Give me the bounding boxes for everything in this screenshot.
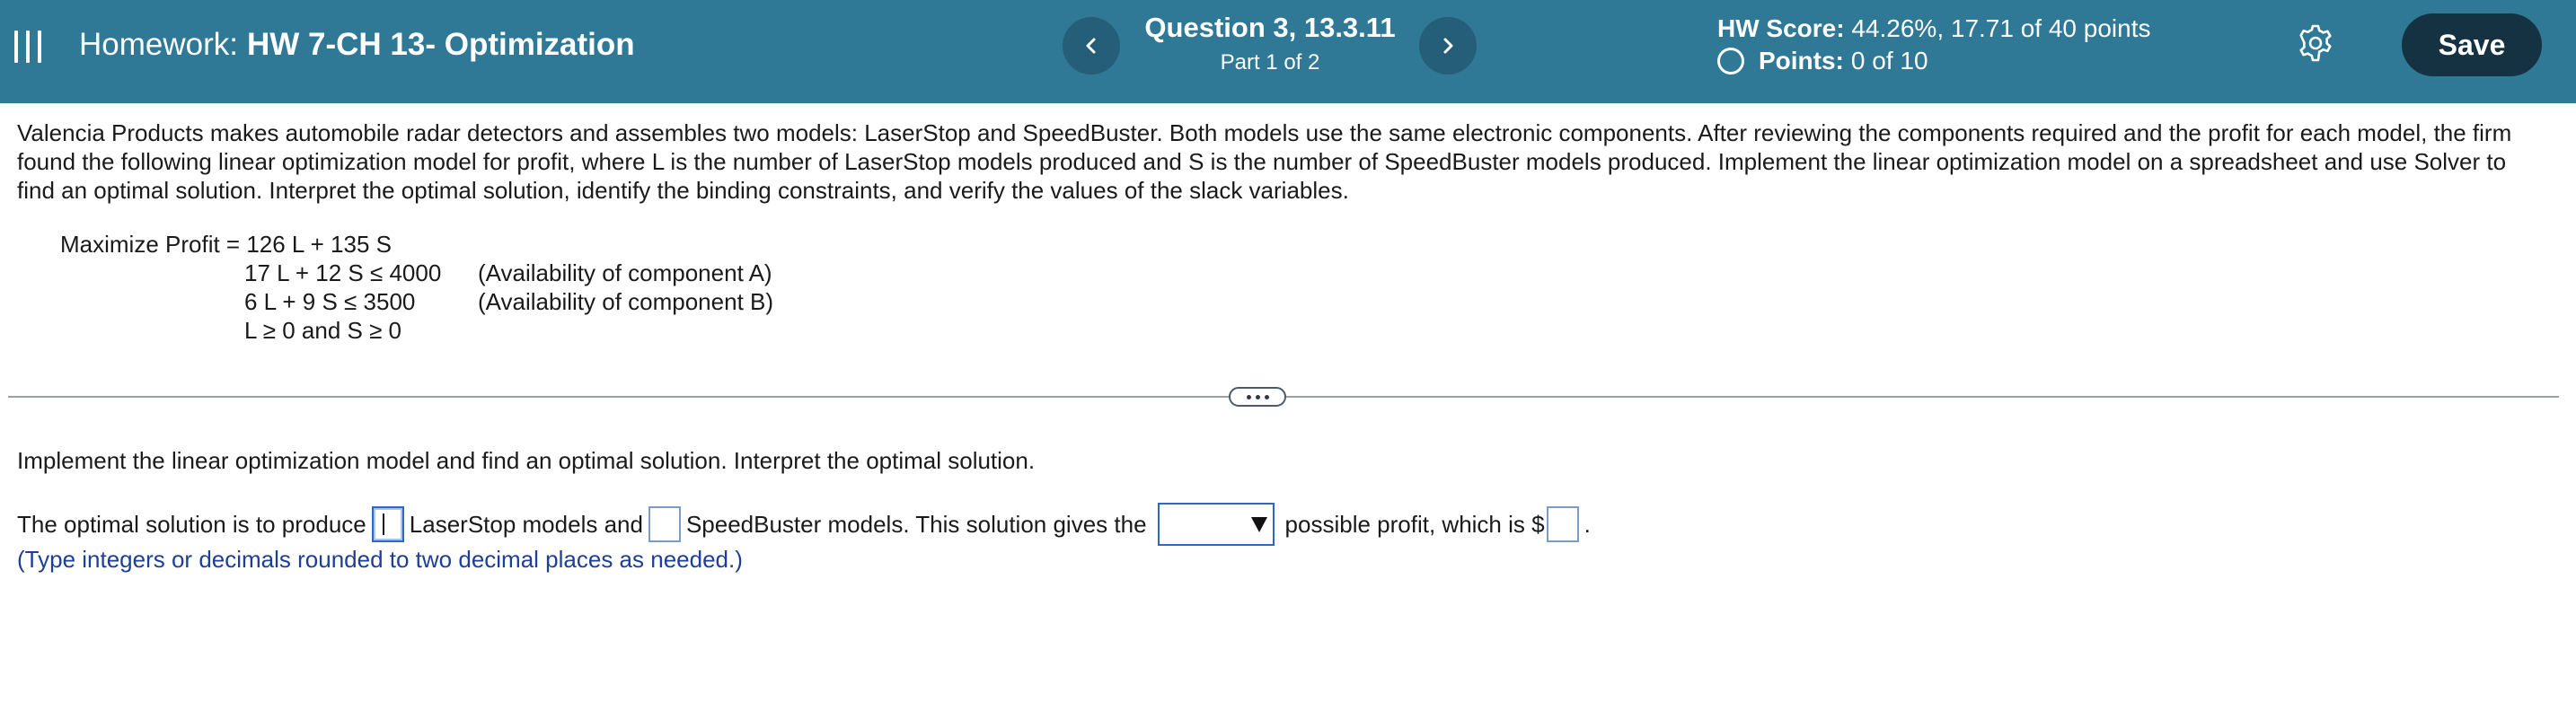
previous-question-button[interactable]: [1063, 17, 1120, 75]
laserstop-quantity-input[interactable]: [371, 506, 404, 542]
menu-icon[interactable]: [14, 31, 41, 63]
triangle-down-icon: [1250, 517, 1267, 532]
chevron-right-icon: [1443, 38, 1453, 54]
top-bar: Homework: HW 7-CH 13- Optimization Questi…: [0, 0, 2576, 103]
hw-score: HW Score: 44.26%, 17.71 of 40 points: [1717, 13, 2151, 45]
answer-text-5: .: [1584, 510, 1591, 538]
profit-type-dropdown[interactable]: [1157, 503, 1275, 546]
constraint-b: 6 L + 9 S ≤ 3500: [244, 288, 416, 315]
save-button[interactable]: Save: [2402, 13, 2542, 76]
answer-text-4: possible profit, which is $: [1284, 510, 1545, 538]
homework-title: Homework: HW 7-CH 13- Optimization: [79, 27, 635, 63]
homework-name: HW 7-CH 13- Optimization: [246, 27, 635, 62]
constraint-a-note: (Availability of component A): [478, 259, 772, 286]
objective-function: Maximize Profit = 126 L + 135 S: [60, 231, 393, 258]
points-value: 0 of 10: [1850, 47, 1928, 75]
answer-text-3: SpeedBuster models. This solution gives …: [685, 510, 1147, 538]
constraint-b-note: (Availability of component B): [478, 288, 774, 315]
next-question-button[interactable]: [1419, 17, 1477, 75]
gear-icon[interactable]: [2296, 23, 2335, 63]
profit-value-input[interactable]: [1546, 506, 1579, 542]
chevron-left-icon: [1086, 38, 1096, 54]
points-label: Points:: [1759, 47, 1844, 75]
answer-text-2: LaserStop models and: [409, 510, 643, 538]
answer-sentence: The optimal solution is to produce Laser…: [17, 503, 1591, 546]
constraint-a: 17 L + 12 S ≤ 4000: [244, 259, 442, 286]
homework-label: Homework:: [79, 27, 238, 62]
answer-text-1: The optimal solution is to produce: [17, 510, 366, 538]
question-indicator: Question 3, 13.3.11 Part 1 of 2: [1137, 11, 1403, 77]
speedbuster-quantity-input[interactable]: [648, 506, 681, 542]
problem-statement: Valencia Products makes automobile radar…: [17, 119, 2512, 204]
nonnegativity-constraint: L ≥ 0 and S ≥ 0: [244, 317, 402, 344]
question-part: Part 1 of 2: [1220, 50, 1320, 75]
question-points: Points: 0 of 10: [1717, 45, 1928, 77]
part-instruction: Implement the linear optimization model …: [17, 447, 1036, 474]
circle-icon: [1717, 48, 1744, 75]
input-hint: (Type integers or decimals rounded to tw…: [17, 546, 743, 573]
hw-score-value: 44.26%, 17.71 of 40 points: [1851, 14, 2151, 42]
question-title: Question 3, 13.3.11: [1144, 12, 1396, 43]
expand-content-button[interactable]: [1229, 387, 1286, 407]
hw-score-label: HW Score:: [1717, 14, 1845, 42]
